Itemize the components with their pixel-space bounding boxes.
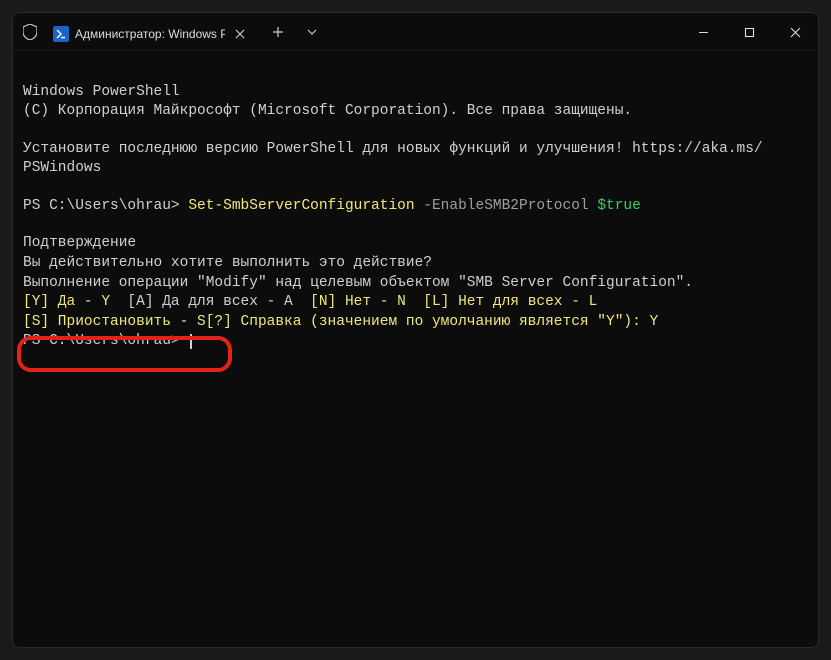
banner-line1: Windows PowerShell	[23, 84, 180, 100]
window-controls	[680, 13, 818, 50]
minimize-button[interactable]	[680, 13, 726, 51]
confirm-header: Подтверждение	[23, 235, 136, 251]
banner-line2: (C) Корпорация Майкрософт (Microsoft Cor…	[23, 103, 632, 119]
command-param: -EnableSMB2Protocol	[415, 198, 598, 214]
close-button[interactable]	[772, 13, 818, 51]
option-help: [?] Справка (значением по умолчанию явля…	[206, 314, 658, 330]
command-arg: $true	[597, 198, 641, 214]
command: Set-SmbServerConfiguration	[188, 198, 414, 214]
prompt-1: PS C:\Users\ohrau>	[23, 198, 188, 214]
option-yes: [Y] Да - Y	[23, 294, 110, 310]
option-all: [A] Да для всех - A	[110, 294, 310, 310]
update-hint-a: Установите последнюю версию PowerShell д…	[23, 141, 763, 157]
terminal-output[interactable]: Windows PowerShell (C) Корпорация Майкро…	[13, 51, 818, 647]
close-tab-button[interactable]	[231, 25, 249, 43]
option-suspend: [S] Приостановить - S	[23, 314, 206, 330]
new-tab-button[interactable]	[263, 17, 293, 47]
prompt-2: PS C:\Users\ohrau>	[23, 333, 188, 349]
shield-icon	[21, 23, 39, 41]
titlebar: Администратор: Windows Pc	[13, 13, 818, 51]
option-none: [L] Нет для всех - L	[423, 294, 597, 310]
tab-powershell[interactable]: Администратор: Windows Pc	[45, 18, 259, 50]
tab-dropdown-button[interactable]	[297, 17, 327, 47]
cursor	[190, 334, 192, 349]
option-no: [N] Нет - N	[310, 294, 423, 310]
maximize-button[interactable]	[726, 13, 772, 51]
confirm-operation: Выполнение операции "Modify" над целевым…	[23, 275, 693, 291]
terminal-window: Администратор: Windows Pc Windows PowerS…	[12, 12, 819, 648]
powershell-icon	[53, 26, 69, 42]
update-hint-b: PSWindows	[23, 160, 101, 176]
tab-title: Администратор: Windows Pc	[75, 27, 225, 41]
confirm-question: Вы действительно хотите выполнить это де…	[23, 255, 432, 271]
